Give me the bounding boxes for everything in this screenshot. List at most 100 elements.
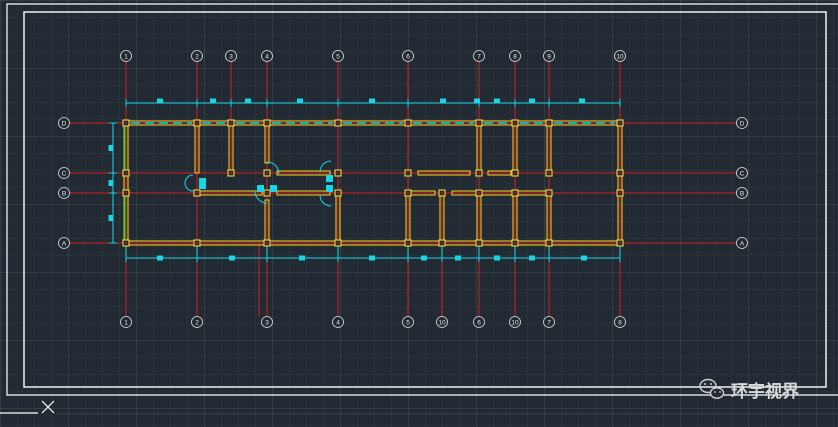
column-center-point <box>266 122 268 124</box>
column-center-point <box>196 192 198 194</box>
axis-bubble-label: 8 <box>513 53 517 60</box>
columns <box>122 119 624 247</box>
axis-bubble-label: D <box>740 120 745 127</box>
ucs-icon <box>0 400 838 415</box>
axis-bubble-bottom: 5 <box>402 316 414 328</box>
column-center-point <box>337 172 339 174</box>
axis-bubble-right: C <box>736 167 748 179</box>
axis-bubbles: 1 2 3 4 5 6 7 8 9 10 1 2 3 4 5 10 6 10 7 8 D C B A D C B A <box>58 50 748 328</box>
axis-bubble-label: 8 <box>618 319 622 326</box>
axis-bubble-label: 9 <box>547 53 551 60</box>
drawing-frame <box>6 3 838 396</box>
column-center-point <box>125 242 127 244</box>
door-leaf <box>270 185 277 192</box>
wechat-eye <box>710 383 712 385</box>
axis-bubble-label: C <box>740 170 745 177</box>
column-center-point <box>407 172 409 174</box>
column-center-point <box>514 242 516 244</box>
doors <box>184 160 333 207</box>
dimension-text-mark <box>297 98 303 104</box>
wechat-eye <box>714 391 716 393</box>
column-center-point <box>266 172 268 174</box>
dimension-text-mark <box>369 255 375 261</box>
wechat-bubble-small <box>709 387 725 399</box>
column-center-point <box>478 172 480 174</box>
axis-bubble-bottom: 3 <box>261 316 273 328</box>
axis-bubble-top: 2 <box>191 50 203 62</box>
axis-grid-lines <box>70 61 736 316</box>
axis-bubble-label: 4 <box>265 53 269 60</box>
axis-bubble-top: 4 <box>261 50 273 62</box>
axis-bubble-top: 6 <box>402 50 414 62</box>
axis-bubble-label: 10 <box>511 319 519 326</box>
dimension-text-mark <box>455 255 461 261</box>
watermark-text: 环宇视界 <box>731 381 799 402</box>
axis-bubble-bottom: 6 <box>473 316 485 328</box>
dimension-text-mark <box>245 98 251 104</box>
dimension-text-mark <box>581 255 587 261</box>
column-center-point <box>230 172 232 174</box>
dimension-text-mark <box>494 255 500 261</box>
axis-bubble-label: 4 <box>336 319 340 326</box>
axis-bubble-label: 2 <box>195 53 199 60</box>
axis-bubble-left: B <box>58 187 70 199</box>
axis-bubble-right: A <box>736 237 748 249</box>
column-center-point <box>514 122 516 124</box>
axis-bubble-left: D <box>58 117 70 129</box>
column-center-point <box>478 242 480 244</box>
column-center-point <box>619 192 621 194</box>
axis-bubble-label: 3 <box>229 53 233 60</box>
axis-bubble-label: 7 <box>547 319 551 326</box>
column-center-point <box>548 122 550 124</box>
dimension-text-mark <box>474 98 480 104</box>
door-leaf <box>199 178 206 189</box>
axis-bubble-label: A <box>62 240 67 247</box>
axis-bubble-bottom: 1 <box>120 316 132 328</box>
wechat-eye <box>719 391 721 393</box>
inner-frame-border <box>23 11 827 388</box>
axis-bubble-label: C <box>62 170 67 177</box>
axis-bubble-label: B <box>740 190 744 197</box>
walls <box>123 120 623 246</box>
column-center-point <box>514 192 516 194</box>
column-center-point <box>514 172 516 174</box>
dimension-text-mark <box>369 98 375 104</box>
axis-bubble-label: 1 <box>124 319 128 326</box>
column-center-point <box>196 242 198 244</box>
column-center-point <box>337 122 339 124</box>
axis-bubble-right: B <box>736 187 748 199</box>
axis-bubble-label: 7 <box>477 53 481 60</box>
axis-bubble-label: B <box>62 190 66 197</box>
column-center-point <box>441 242 443 244</box>
axis-bubble-label: D <box>62 120 67 127</box>
dimension-text-mark <box>494 98 500 104</box>
axis-bubble-left: C <box>58 167 70 179</box>
door-swing-arc <box>184 174 194 192</box>
axis-bubble-label: 6 <box>406 53 410 60</box>
drawing-viewport[interactable]: 1 2 3 4 5 6 7 8 9 10 1 2 3 4 5 10 6 10 7 8 D C B A D C B A 环宇视界 <box>0 0 838 427</box>
dimension-text-mark <box>229 255 235 261</box>
axis-bubble-label: 5 <box>336 53 340 60</box>
axis-bubble-label: 3 <box>265 319 269 326</box>
axis-bubble-bottom: 4 <box>332 316 344 328</box>
dimension-text-mark <box>299 255 305 261</box>
cad-model-space[interactable]: 1 2 3 4 5 6 7 8 9 10 1 2 3 4 5 10 6 10 7 8 D C B A D C B A 环宇视界 <box>0 0 838 427</box>
dimension-text-mark <box>529 255 535 261</box>
column-center-point <box>266 192 268 194</box>
axis-bubble-right: D <box>736 117 748 129</box>
column-center-point <box>337 192 339 194</box>
column-center-point <box>196 122 198 124</box>
axis-bubble-bottom: 10 <box>509 316 521 328</box>
door-leaf <box>257 185 264 192</box>
column-center-point <box>407 242 409 244</box>
outer-frame-border <box>6 3 838 396</box>
axis-bubble-top: 10 <box>614 50 626 62</box>
axis-bubble-label: 6 <box>477 319 481 326</box>
axis-bubble-bottom: 10 <box>436 316 448 328</box>
watermark: 环宇视界 <box>699 378 799 402</box>
wechat-eye <box>704 383 706 385</box>
column-center-point <box>478 122 480 124</box>
axis-bubble-top: 5 <box>332 50 344 62</box>
column-center-point <box>619 122 621 124</box>
dimension-text-mark <box>157 98 163 104</box>
